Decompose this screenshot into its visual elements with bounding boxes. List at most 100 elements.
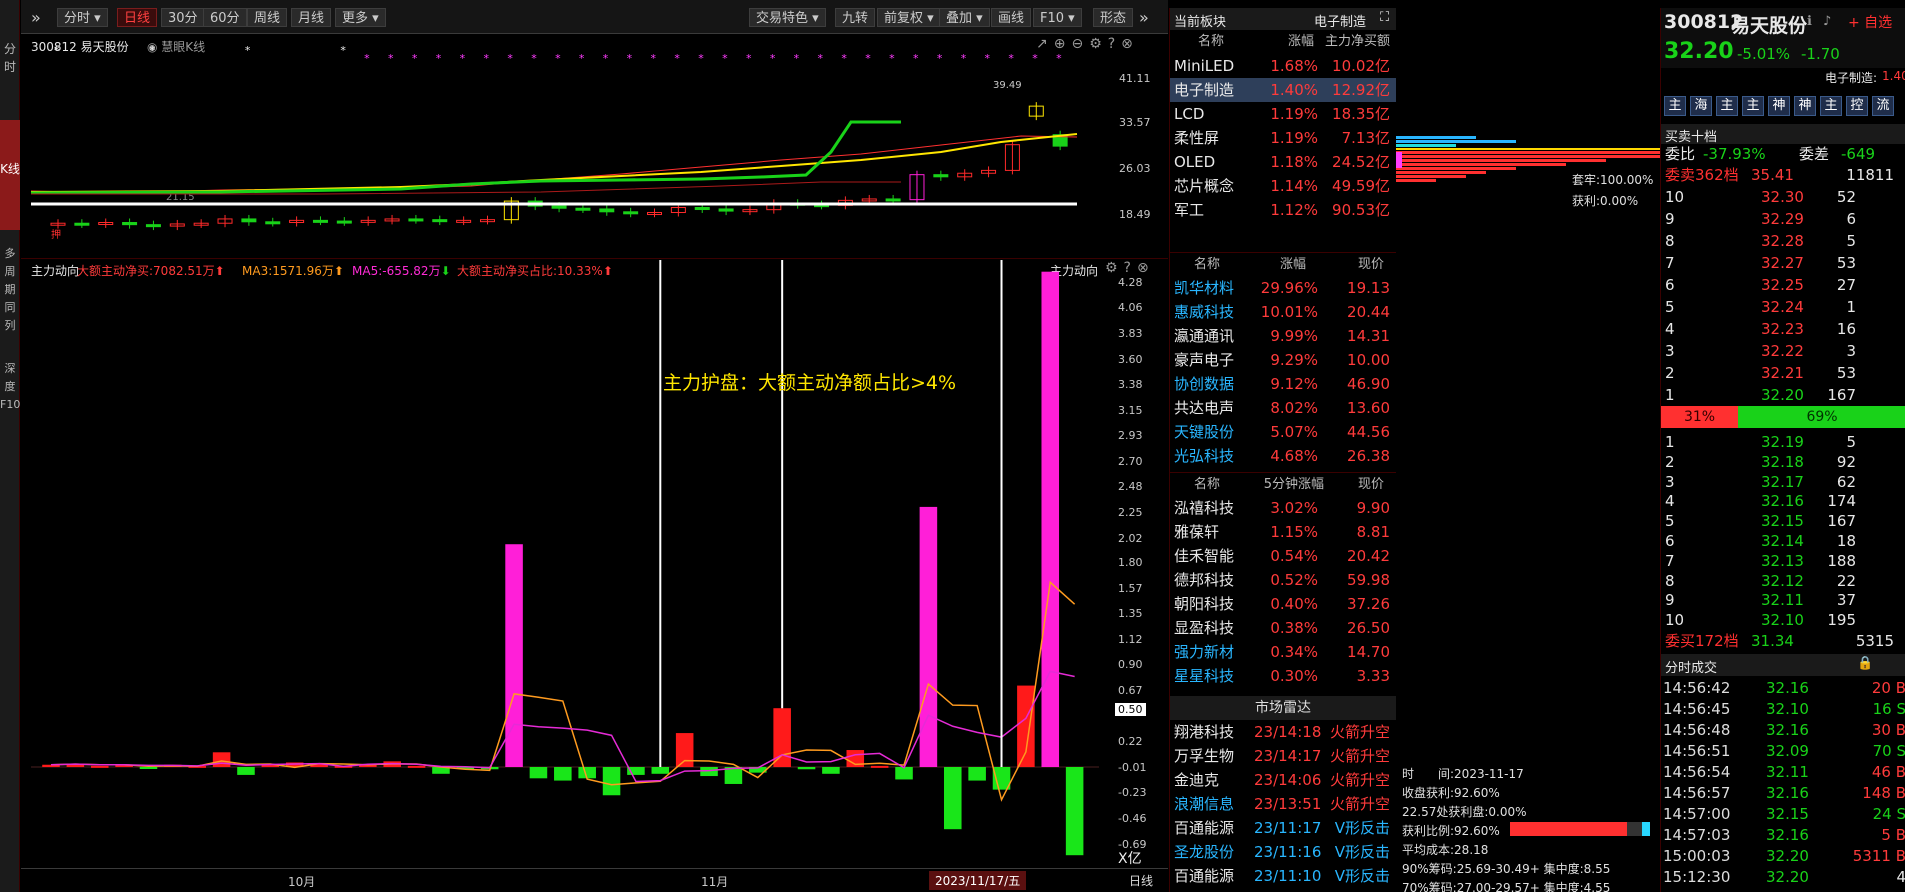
trade-time: 15:12:30 xyxy=(1663,868,1731,886)
radar-row[interactable]: 百通能源 23/11:10 V形反击 xyxy=(1170,864,1396,888)
sector-row[interactable]: LCD 1.19% 18.35亿 xyxy=(1170,102,1396,126)
ask-row[interactable]: 10 32.30 52 xyxy=(1661,186,1905,208)
sector-row[interactable]: 芯片概念 1.14% 49.59亿 xyxy=(1170,174,1396,198)
stock-row[interactable]: 强力新材 0.34% 14.70 xyxy=(1170,640,1396,664)
ask-row[interactable]: 7 32.27 53 xyxy=(1661,252,1905,274)
ask-row[interactable]: 8 32.28 5 xyxy=(1661,230,1905,252)
stock-row[interactable]: 德邦科技 0.52% 59.98 xyxy=(1170,568,1396,592)
daily-button[interactable]: 日线 xyxy=(117,8,158,27)
sector-row[interactable]: OLED 1.18% 24.52亿 xyxy=(1170,150,1396,174)
add-favorite-button[interactable]: + 自选 xyxy=(1848,12,1892,32)
stock-row[interactable]: 协创数据 9.12% 46.90 xyxy=(1170,372,1396,396)
bid-row[interactable]: 9 32.11 37 xyxy=(1661,590,1905,610)
indicator-bar xyxy=(407,765,426,768)
stock-row[interactable]: 雅葆轩 1.15% 8.81 xyxy=(1170,520,1396,544)
draw-button[interactable]: 画线 xyxy=(991,8,1032,27)
indicator-bar xyxy=(943,767,962,830)
stock-row[interactable]: 朝阳科技 0.40% 37.26 xyxy=(1170,592,1396,616)
signal-marker: * xyxy=(555,52,561,65)
period-button[interactable]: 日线 xyxy=(1129,872,1153,889)
radar-row[interactable]: 浪潮信息 23/13:51 火箭升空 xyxy=(1170,792,1396,816)
bid-row[interactable]: 10 32.10 195 xyxy=(1661,610,1905,630)
ask-row[interactable]: 5 32.24 1 xyxy=(1661,296,1905,318)
expand-icon[interactable]: » xyxy=(31,8,41,27)
bid-volume: 5 xyxy=(1846,433,1856,451)
fuquan-button[interactable]: 前复权 ▾ xyxy=(877,8,941,27)
info-icon[interactable]: ℹ xyxy=(1807,14,1812,29)
stock-row[interactable]: 共达电声 8.02% 13.60 xyxy=(1170,396,1396,420)
radar-row[interactable]: 翔港科技 23/14:18 火箭升空 xyxy=(1170,720,1396,744)
tag-chip[interactable]: 主 xyxy=(1664,96,1686,116)
shape-button[interactable]: 形态 xyxy=(1093,8,1134,27)
stock-row[interactable]: 光弘科技 4.68% 26.38 xyxy=(1170,444,1396,468)
tab-f10[interactable]: 深度F10 xyxy=(0,360,20,460)
fenshi-button[interactable]: 分时 ▾ xyxy=(57,8,108,27)
tag-chip[interactable]: 神 xyxy=(1794,96,1816,116)
bid-row[interactable]: 6 32.14 18 xyxy=(1661,531,1905,551)
overlay-button[interactable]: 叠加 ▾ xyxy=(939,8,990,27)
tag-chip[interactable]: 控 xyxy=(1846,96,1868,116)
stock-row[interactable]: 天键股份 5.07% 44.56 xyxy=(1170,420,1396,444)
sector-row[interactable]: 电子制造 1.40% 12.92亿 xyxy=(1170,78,1396,102)
more-button[interactable]: 更多 ▾ xyxy=(335,8,386,27)
tag-chip[interactable]: 主 xyxy=(1820,96,1842,116)
stock-row[interactable]: 豪声电子 9.29% 10.00 xyxy=(1170,348,1396,372)
radar-row[interactable]: 圣龙股份 23/11:16 V形反击 xyxy=(1170,840,1396,864)
jiuzhuan-button[interactable]: 九转 xyxy=(835,8,876,27)
bid-row[interactable]: 2 32.18 92 xyxy=(1661,452,1905,472)
bid-row[interactable]: 4 32.16 174 xyxy=(1661,491,1905,511)
radar-row[interactable]: 百通能源 23/11:17 V形反击 xyxy=(1170,816,1396,840)
tag-chip[interactable]: 主 xyxy=(1716,96,1738,116)
radar-row[interactable]: 万孚生物 23/14:17 火箭升空 xyxy=(1170,744,1396,768)
ask-row[interactable]: 9 32.29 6 xyxy=(1661,208,1905,230)
sector-row[interactable]: 柔性屏 1.19% 7.13亿 xyxy=(1170,126,1396,150)
candle-body xyxy=(312,219,328,223)
ask-row[interactable]: 3 32.22 3 xyxy=(1661,340,1905,362)
tab-kline[interactable]: K线 xyxy=(0,120,20,230)
trade-volume: 16 S xyxy=(1872,700,1905,718)
stock-row[interactable]: 佳禾智能 0.54% 20.42 xyxy=(1170,544,1396,568)
tab-multi-period[interactable]: 多周期同列 xyxy=(0,245,20,335)
stock-row[interactable]: 显盈科技 0.38% 26.50 xyxy=(1170,616,1396,640)
bid-row[interactable]: 7 32.13 188 xyxy=(1661,551,1905,571)
stock-name: 泓禧科技 xyxy=(1174,499,1235,517)
tag-chip[interactable]: 主 xyxy=(1742,96,1764,116)
tab-fenshi[interactable]: 分时 xyxy=(0,40,20,80)
60min-button[interactable]: 60分 xyxy=(203,8,247,27)
sector-row[interactable]: 军工 1.12% 90.53亿 xyxy=(1170,198,1396,222)
stock-row[interactable]: 泓禧科技 3.02% 9.90 xyxy=(1170,496,1396,520)
stock-row[interactable]: 瀛通通讯 9.99% 14.31 xyxy=(1170,324,1396,348)
stock-row[interactable]: 凯华材料 29.96% 19.13 xyxy=(1170,276,1396,300)
bell-icon[interactable]: ♪ xyxy=(1823,14,1831,29)
x-label-oct: 10月 xyxy=(288,875,316,889)
feature-button[interactable]: 交易特色 ▾ xyxy=(749,8,826,27)
f10-button[interactable]: F10 ▾ xyxy=(1033,8,1082,27)
stock-row[interactable]: 星星科技 0.30% 3.33 xyxy=(1170,664,1396,688)
candle-body xyxy=(122,222,138,226)
expand-icon[interactable]: ⛶ xyxy=(1380,10,1389,25)
tag-chip[interactable]: 海 xyxy=(1690,96,1712,116)
sector-pct: 1.18% xyxy=(1270,153,1318,171)
ask-row[interactable]: 1 32.20 167 xyxy=(1661,384,1905,406)
indicator-chart xyxy=(31,260,1099,856)
week-button[interactable]: 周线 xyxy=(247,8,288,27)
bid-row[interactable]: 3 32.17 62 xyxy=(1661,472,1905,492)
sector-row[interactable]: MiniLED 1.68% 10.02亿 xyxy=(1170,54,1396,78)
ask-row[interactable]: 6 32.25 27 xyxy=(1661,274,1905,296)
tag-chip[interactable]: 神 xyxy=(1768,96,1790,116)
month-button[interactable]: 月线 xyxy=(291,8,332,27)
stock-row[interactable]: 惠威科技 10.01% 20.44 xyxy=(1170,300,1396,324)
ask-row[interactable]: 2 32.21 53 xyxy=(1661,362,1905,384)
ask-row[interactable]: 4 32.23 16 xyxy=(1661,318,1905,340)
expand-right-icon[interactable]: » xyxy=(1139,8,1149,27)
bid-row[interactable]: 1 32.19 5 xyxy=(1661,432,1905,452)
radar-row[interactable]: 金迪克 23/14:06 火箭升空 xyxy=(1170,768,1396,792)
30min-button[interactable]: 30分 xyxy=(161,8,205,27)
sector-header-name[interactable]: 电子制造 xyxy=(1314,11,1366,30)
bid-row[interactable]: 5 32.15 167 xyxy=(1661,511,1905,531)
ask-price: 32.23 xyxy=(1761,320,1804,338)
tag-chip[interactable]: 流 xyxy=(1872,96,1894,116)
bid-row[interactable]: 8 32.12 22 xyxy=(1661,571,1905,591)
signal-marker: * xyxy=(1008,52,1014,65)
lock-icon[interactable]: 🔒 xyxy=(1857,656,1873,671)
